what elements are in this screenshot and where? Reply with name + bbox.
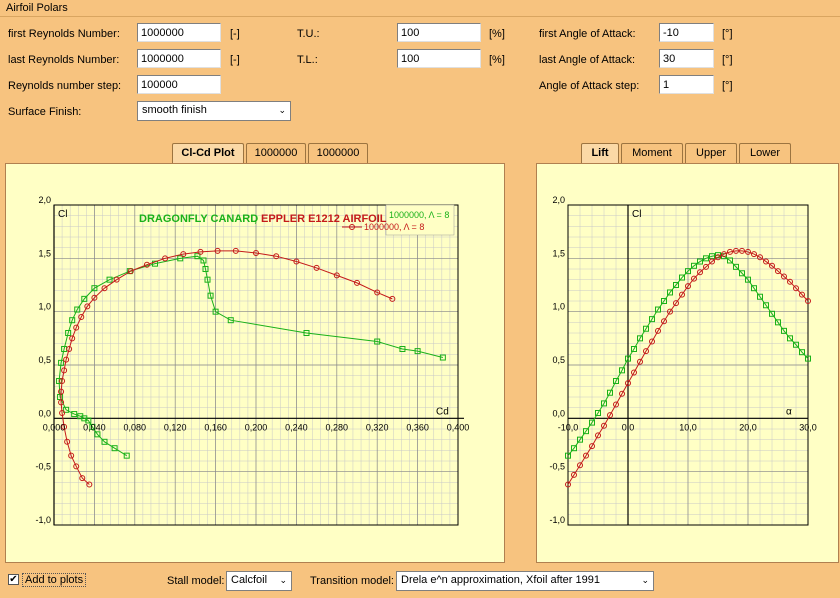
y-tick-label: -0,5 — [549, 462, 565, 472]
lift-plot-panel: -10,0 0,0 10,0 20,0 30,0 -1,0 -0,5 0,0 0,5 1,0 1,5… — [536, 163, 839, 563]
aoa-step-input[interactable] — [659, 75, 714, 94]
tab-polar-1[interactable]: 1000000 — [246, 143, 306, 163]
y-tick-label: -0,5 — [35, 462, 51, 472]
y-tick-label: 1,5 — [38, 248, 51, 258]
legend-entry-2: 1000000, Λ = 8 — [364, 222, 424, 232]
y-tick-label: 1,0 — [38, 302, 51, 312]
tl-input[interactable] — [397, 49, 481, 68]
y-tick-label: 2,0 — [552, 195, 565, 205]
y-tick-label: 0,0 — [38, 408, 51, 418]
tu-unit: [%] — [489, 28, 505, 40]
chart-title-part1: DRAGONFLY CANARD — [139, 213, 258, 225]
cl-cd-plot-panel: 0,000 0,040 0,080 0,120 0,160 0,200 0,240 0,280… — [5, 163, 505, 563]
x-axis-label: α — [786, 406, 792, 417]
stall-model-select[interactable]: Calcfoil ⌄ — [226, 571, 292, 591]
x-tick-label: 0,160 — [204, 422, 227, 432]
y-axis-label: Cl — [58, 209, 67, 220]
y-tick-label: -1,0 — [549, 515, 565, 525]
tab-moment[interactable]: Moment — [621, 143, 683, 163]
transition-model-select[interactable]: Drela e^n approximation, Xfoil after 199… — [396, 571, 654, 591]
window-titlebar: Airfoil Polars — [0, 0, 840, 17]
x-tick-label: 20,0 — [739, 422, 757, 432]
x-tick-label: 0,080 — [124, 422, 147, 432]
surface-label: Surface Finish: — [8, 106, 82, 118]
tab-cl-cd-plot[interactable]: Cl-Cd Plot — [172, 143, 244, 163]
lift-chart[interactable]: -10,0 0,0 10,0 20,0 30,0 -1,0 -0,5 0,0 0,5 1,0 1,5… — [537, 164, 838, 562]
first-aoa-input[interactable] — [659, 23, 714, 42]
tl-label: T.L.: — [297, 54, 318, 66]
x-tick-label: 0,240 — [285, 422, 308, 432]
last-re-label: last Reynolds Number: — [8, 54, 120, 66]
last-aoa-input[interactable] — [659, 49, 714, 68]
x-axis-label: Cd — [436, 406, 449, 417]
transition-model-value: Drela e^n approximation, Xfoil after 199… — [401, 574, 600, 586]
add-to-plots-label[interactable]: Add to plots — [22, 573, 87, 587]
x-tick-label: 0,360 — [406, 422, 429, 432]
add-to-plots-checkbox[interactable]: ✔ — [8, 574, 19, 585]
last-re-input[interactable] — [137, 49, 221, 68]
x-tick-label: 0,0 — [622, 422, 635, 432]
stall-model-label: Stall model: — [167, 575, 225, 587]
last-aoa-label: last Angle of Attack: — [539, 54, 636, 66]
tab-upper[interactable]: Upper — [685, 143, 737, 163]
x-tick-label: 0,320 — [366, 422, 389, 432]
chevron-down-icon: ⌄ — [279, 575, 287, 585]
x-tick-label: 0,280 — [326, 422, 349, 432]
stall-model-value: Calcfoil — [231, 574, 268, 586]
x-tick-label: 0,400 — [447, 422, 470, 432]
last-re-unit: [-] — [230, 54, 240, 66]
surface-select-value: smooth finish — [142, 104, 207, 116]
surface-select[interactable]: smooth finish ⌄ — [137, 101, 291, 121]
first-re-input[interactable] — [137, 23, 221, 42]
aoa-step-unit: [°] — [722, 80, 733, 92]
y-tick-label: 0,0 — [552, 408, 565, 418]
window-title: Airfoil Polars — [6, 2, 68, 14]
last-aoa-unit: [°] — [722, 54, 733, 66]
tab-lift[interactable]: Lift — [581, 143, 619, 163]
x-tick-label: 0,040 — [83, 422, 106, 432]
aoa-step-label: Angle of Attack step: — [539, 80, 640, 92]
first-aoa-label: first Angle of Attack: — [539, 28, 636, 40]
re-step-label: Reynolds number step: — [8, 80, 122, 92]
y-tick-label: 0,5 — [38, 355, 51, 365]
re-step-input[interactable] — [137, 75, 221, 94]
y-tick-label: 2,0 — [38, 195, 51, 205]
tu-input[interactable] — [397, 23, 481, 42]
y-axis-label: Cl — [632, 209, 641, 220]
x-tick-label: 0,200 — [245, 422, 268, 432]
first-re-label: first Reynolds Number: — [8, 28, 120, 40]
tu-label: T.U.: — [297, 28, 320, 40]
chevron-down-icon: ⌄ — [278, 105, 286, 115]
x-tick-label: 10,0 — [679, 422, 697, 432]
y-tick-label: 1,0 — [552, 302, 565, 312]
y-tick-label: -1,0 — [35, 515, 51, 525]
y-tick-label: 0,5 — [552, 355, 565, 365]
x-tick-label: 30,0 — [799, 422, 817, 432]
first-aoa-unit: [°] — [722, 28, 733, 40]
tab-polar-2[interactable]: 1000000 — [308, 143, 368, 163]
x-tick-label: 0,000 — [43, 422, 66, 432]
chart-title-separator: , — [254, 213, 257, 225]
y-tick-label: 1,5 — [552, 248, 565, 258]
transition-model-label: Transition model: — [310, 575, 394, 587]
cl-cd-chart[interactable]: 0,000 0,040 0,080 0,120 0,160 0,200 0,240 0,280… — [6, 164, 504, 562]
x-tick-label: 0,120 — [164, 422, 187, 432]
x-tick-label: -10,0 — [558, 422, 579, 432]
tab-lower[interactable]: Lower — [739, 143, 791, 163]
tl-unit: [%] — [489, 54, 505, 66]
first-re-unit: [-] — [230, 28, 240, 40]
chevron-down-icon: ⌄ — [641, 575, 649, 585]
legend-entry-1: 1000000, Λ = 8 — [389, 210, 449, 220]
